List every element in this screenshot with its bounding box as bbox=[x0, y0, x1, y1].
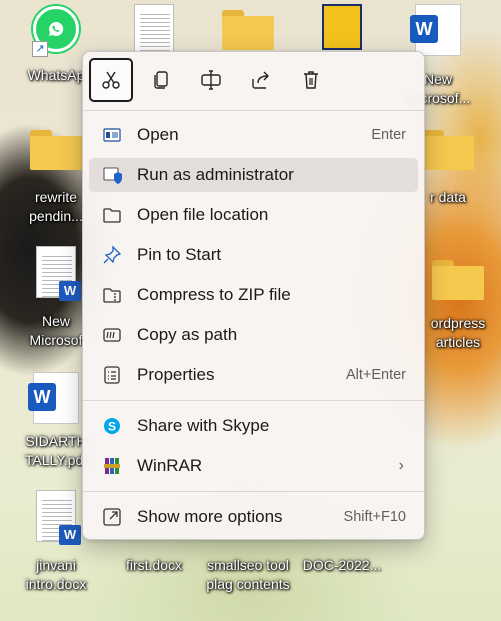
share-button[interactable] bbox=[239, 58, 283, 102]
word-document-icon: W bbox=[36, 490, 81, 545]
desktop-icon-first-docx[interactable]: first.docx bbox=[108, 535, 200, 575]
menu-item-show-more-options[interactable]: Show more options Shift+F10 bbox=[89, 500, 418, 534]
shortcut-arrow-icon: ↗ bbox=[32, 41, 48, 57]
desktop-icon-label: WhatsAp bbox=[27, 67, 85, 83]
menu-item-shortcut: Alt+Enter bbox=[345, 367, 406, 383]
pin-icon bbox=[101, 244, 123, 266]
word-document-icon: W bbox=[36, 246, 81, 301]
desktop-icon-label: jinvani bbox=[36, 557, 76, 573]
desktop-icon-poster[interactable] bbox=[296, 4, 388, 50]
trash-icon bbox=[304, 71, 318, 89]
menu-item-winrar[interactable]: WinRAR › bbox=[89, 449, 418, 483]
desktop-icon-smallseo[interactable]: smallseo tool plag contents bbox=[202, 535, 294, 594]
chevron-right-icon: › bbox=[398, 457, 404, 474]
copy-button[interactable] bbox=[139, 58, 183, 102]
menu-item-label: Share with Skype bbox=[137, 416, 270, 435]
folder-icon bbox=[30, 130, 82, 170]
desktop-icon-label: TALLY.pdf bbox=[24, 452, 88, 468]
scissors-icon bbox=[102, 71, 120, 89]
menu-item-properties[interactable]: Properties Alt+Enter bbox=[89, 358, 418, 392]
desktop-icon-label: New bbox=[423, 71, 452, 87]
desktop-icon-label: DOC-2022... bbox=[302, 557, 382, 573]
rename-icon bbox=[201, 70, 221, 90]
desktop-icon-wordpress-articles[interactable]: ordpress articles bbox=[412, 260, 501, 352]
desktop-icon-label: ordpress bbox=[430, 315, 486, 331]
image-thumbnail-icon bbox=[322, 4, 362, 50]
desktop-icon-label: first.docx bbox=[125, 557, 182, 573]
menu-item-label: Open file location bbox=[137, 205, 269, 224]
desktop-icon-label: New bbox=[41, 313, 70, 329]
desktop-icon-label: rewrite bbox=[34, 189, 77, 205]
menu-separator bbox=[83, 400, 424, 401]
desktop-icon-label: plag contents bbox=[206, 576, 290, 592]
menu-item-label: Compress to ZIP file bbox=[137, 285, 291, 304]
menu-item-label: Properties bbox=[137, 365, 215, 384]
menu-item-open-file-location[interactable]: Open file location bbox=[89, 198, 418, 232]
open-app-icon bbox=[101, 124, 123, 146]
menu-item-shortcut: Shift+F10 bbox=[343, 509, 406, 525]
document-thumbnail-icon bbox=[134, 4, 174, 56]
winrar-icon bbox=[101, 455, 123, 477]
menu-separator bbox=[83, 110, 424, 111]
desktop-icon-label: articles bbox=[435, 334, 481, 350]
rename-button[interactable] bbox=[189, 58, 233, 102]
context-menu-toolbar bbox=[89, 58, 333, 102]
more-options-icon bbox=[101, 506, 123, 528]
whatsapp-icon: ↗ bbox=[32, 6, 79, 57]
menu-item-label: Show more options bbox=[137, 507, 283, 526]
folder-icon bbox=[422, 130, 474, 170]
menu-item-label: Open bbox=[137, 125, 179, 144]
copy-icon bbox=[154, 71, 168, 89]
svg-text:S: S bbox=[108, 420, 116, 434]
menu-item-label: WinRAR bbox=[137, 456, 203, 475]
zip-folder-icon bbox=[101, 284, 123, 306]
menu-item-label: Copy as path bbox=[137, 325, 238, 344]
desktop-icon-label: intro.docx bbox=[25, 576, 87, 592]
desktop-icon-label: smallseo tool bbox=[207, 557, 289, 573]
desktop-icon-label: Microsof bbox=[29, 332, 83, 348]
copy-path-icon bbox=[101, 324, 123, 346]
cut-button[interactable] bbox=[89, 58, 133, 102]
word-document-icon: W bbox=[410, 4, 461, 56]
word-document-icon: W bbox=[28, 372, 79, 424]
skype-icon: S bbox=[101, 415, 123, 437]
desktop-icon-label: r data bbox=[430, 189, 466, 205]
menu-item-share-with-skype[interactable]: S Share with Skype bbox=[89, 409, 418, 443]
menu-item-label: Run as administrator bbox=[137, 165, 294, 184]
desktop-icon-label: SIDARTH bbox=[25, 433, 87, 449]
menu-item-run-as-administrator[interactable]: Run as administrator bbox=[89, 158, 418, 192]
menu-item-label: Pin to Start bbox=[137, 245, 222, 264]
properties-icon bbox=[101, 364, 123, 386]
desktop-icon-doc-top[interactable] bbox=[108, 4, 200, 56]
folder-icon bbox=[432, 260, 484, 300]
desktop-icon-doc-2022[interactable]: DOC-2022... bbox=[296, 535, 388, 575]
desktop-icon-folder-top[interactable] bbox=[202, 10, 294, 50]
folder-icon bbox=[222, 10, 274, 50]
share-icon bbox=[252, 71, 269, 89]
menu-item-shortcut: Enter bbox=[371, 127, 406, 143]
menu-separator bbox=[83, 491, 424, 492]
context-menu: Open Enter Run as administrator Open fil… bbox=[82, 51, 425, 540]
desktop-icon-label: pendin... bbox=[29, 208, 83, 224]
folder-open-icon bbox=[101, 204, 123, 226]
menu-item-pin-to-start[interactable]: Pin to Start bbox=[89, 238, 418, 272]
menu-item-compress-to-zip[interactable]: Compress to ZIP file bbox=[89, 278, 418, 312]
menu-item-copy-as-path[interactable]: Copy as path bbox=[89, 318, 418, 352]
delete-button[interactable] bbox=[289, 58, 333, 102]
menu-item-open[interactable]: Open Enter bbox=[89, 118, 418, 152]
shield-icon bbox=[101, 164, 123, 186]
